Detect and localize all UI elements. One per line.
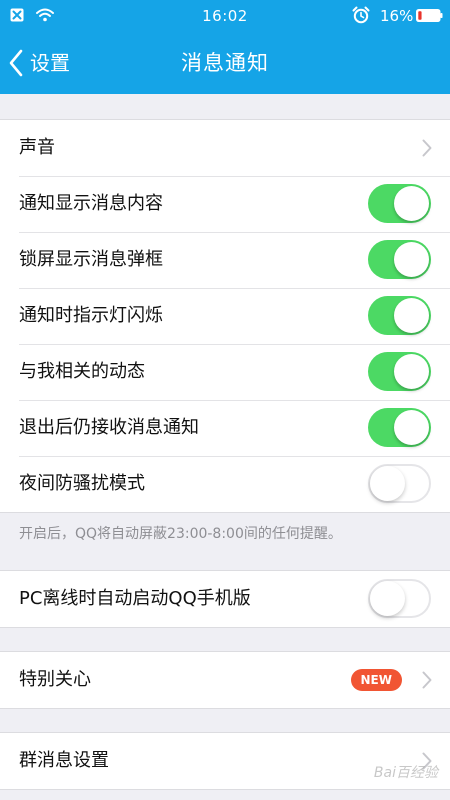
notification-setting-row-label: 退出后仍接收消息通知 [19,417,199,438]
new-badge: NEW [350,669,402,691]
chevron-left-icon [9,49,23,77]
toggle-switch[interactable] [368,464,431,503]
notification-setting-row-1[interactable]: 声音 [0,120,450,176]
chevron-right-icon [422,671,432,689]
status-bar: 16:02 16% [0,0,450,32]
notification-setting-row-label: 通知显示消息内容 [19,193,163,214]
toggle-knob [394,186,429,221]
toggle-knob [394,410,429,445]
nav-bar: 设置 消息通知 [0,32,450,94]
battery-percent: 16% [380,7,414,25]
toggle-knob [370,581,405,616]
pc-offline-setting-row-label: PC离线时自动启动QQ手机版 [19,588,251,609]
notification-setting-row-3[interactable]: 锁屏显示消息弹框 [0,232,450,288]
toggle-switch[interactable] [368,296,431,335]
screen: 16:02 16% 设置 消息通知 声音 通知显示消息内容 锁屏显示消息弹框 通… [0,0,450,800]
toggle-switch[interactable] [368,408,431,447]
notification-settings-group: 声音通知显示消息内容 锁屏显示消息弹框 通知时指示灯闪烁 与我相关的动态退出后仍接收消… [0,119,450,513]
pc-offline-group: PC离线时自动启动QQ手机版 [0,570,450,628]
back-button[interactable]: 设置 [8,32,70,94]
top-bar: 16:02 16% 设置 消息通知 [0,0,450,94]
toggle-switch[interactable] [368,184,431,223]
toggle-knob [370,466,405,501]
notification-setting-row-label: 与我相关的动态 [19,361,145,382]
toggle-switch[interactable] [368,352,431,391]
special-care-row-1[interactable]: 特别关心 NEW [0,652,450,708]
page-title: 消息通知 [181,51,269,75]
notification-setting-row-label: 夜间防骚扰模式 [19,473,145,494]
alarm-icon [352,6,370,24]
watermark: Bai百经验 [373,765,438,781]
night-mode-hint: 开启后，QQ将自动屏蔽23:00-8:00间的任何提醒。 [19,526,342,542]
notification-setting-row-4[interactable]: 通知时指示灯闪烁 [0,288,450,344]
back-button-label: 设置 [30,51,70,75]
chevron-right-icon [422,139,432,157]
notification-setting-row-label: 锁屏显示消息弹框 [19,249,163,270]
toggle-switch[interactable] [368,240,431,279]
notification-setting-row-2[interactable]: 通知显示消息内容 [0,176,450,232]
pc-offline-setting-row-1[interactable]: PC离线时自动启动QQ手机版 [0,571,450,627]
special-care-row-label: 特别关心 [19,669,91,690]
notification-setting-row-7[interactable]: 夜间防骚扰模式 [0,456,450,512]
toggle-switch[interactable] [368,579,431,618]
notification-setting-row-label: 通知时指示灯闪烁 [19,305,163,326]
notification-setting-row-6[interactable]: 退出后仍接收消息通知 [0,400,450,456]
special-care-group: 特别关心 NEW [0,651,450,709]
battery-icon [416,9,443,22]
notification-setting-row-label: 声音 [19,137,55,158]
group-message-setting-row-label: 群消息设置 [19,750,109,771]
toggle-knob [394,354,429,389]
toggle-knob [394,298,429,333]
toggle-knob [394,242,429,277]
notification-setting-row-5[interactable]: 与我相关的动态 [0,344,450,400]
